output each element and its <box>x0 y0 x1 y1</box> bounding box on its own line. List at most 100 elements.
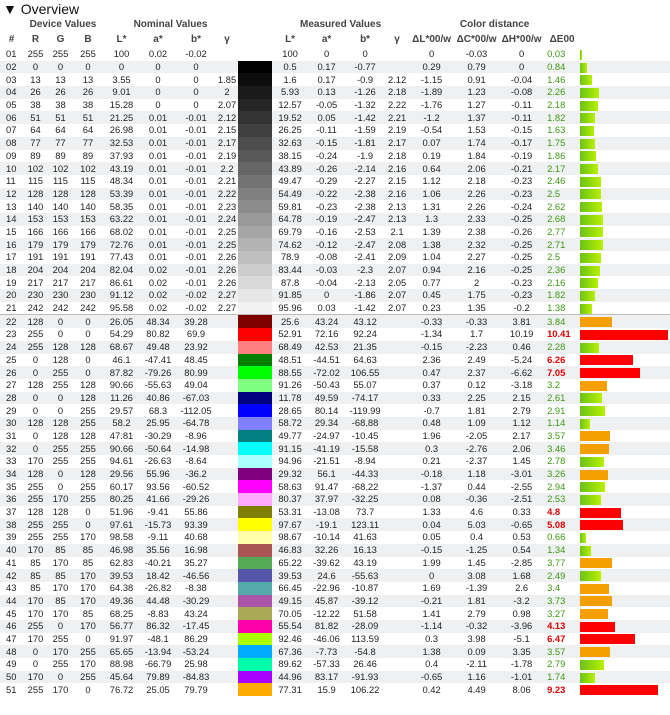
delta-e-bar-fill <box>580 214 604 225</box>
cell-value: -2.38 <box>345 200 386 213</box>
row-number: 28 <box>0 391 23 405</box>
cell-value: -40.21 <box>140 556 177 570</box>
table-row: 14 153 153 153 63.22 0.01 -0.01 2.24 64.78 -0.19-… <box>0 212 670 226</box>
cell-value: 0.94 <box>409 263 455 277</box>
row-number: 09 <box>0 149 23 163</box>
cell-value: -1.42 <box>345 111 386 125</box>
row-number: 05 <box>0 98 23 112</box>
cell-value: -5.24 <box>499 353 545 367</box>
cell-value: 62.83 <box>103 556 141 570</box>
color-swatch <box>238 124 273 137</box>
delta-e-bar <box>580 531 670 544</box>
table-row: 29 0 0 255 29.57 68.3 -112.05 28.65 80.14 -119.99… <box>0 404 670 417</box>
page-title[interactable]: ▼ Overview <box>0 0 670 18</box>
cell-value: -2.51 <box>499 493 545 506</box>
cell-value: 1.81 <box>454 594 500 608</box>
column-header: b* <box>191 34 202 45</box>
cell-value: 58.35 <box>103 200 141 213</box>
cell-value: 0 <box>48 404 73 417</box>
color-swatch <box>238 212 273 226</box>
cell-value: 2.07 <box>216 98 239 112</box>
cell-value: 0 <box>73 60 104 74</box>
delta-e-bar <box>580 98 670 112</box>
delta-e-value: 2.16 <box>544 276 581 290</box>
cell-value: 29.56 <box>103 467 141 481</box>
row-number: 33 <box>0 455 23 468</box>
cell-value: -0.65 <box>499 518 545 532</box>
cell-value: 170 <box>23 594 48 608</box>
cell-value: 170 <box>73 619 104 633</box>
cell-value: 91.97 <box>103 632 141 646</box>
color-swatch <box>238 378 273 392</box>
delta-e-bar <box>580 86 670 99</box>
cell-value: 2 <box>454 276 500 290</box>
cell-value: -0.02 <box>176 289 217 302</box>
cell-value: -1.01 <box>499 670 545 684</box>
cell-value <box>216 531 239 544</box>
delta-e-value: 1.38 <box>544 301 581 315</box>
delta-e-bar <box>580 467 670 481</box>
cell-value: 170 <box>23 670 48 684</box>
cell-value: 32.63 <box>272 136 309 150</box>
cell-value: 2.6 <box>499 581 545 595</box>
cell-value: 90.66 <box>103 442 141 455</box>
cell-value: -57.33 <box>308 658 346 671</box>
color-swatch <box>238 581 273 595</box>
cell-value: 0.01 <box>140 149 177 163</box>
delta-e-bar <box>580 594 670 608</box>
cell-value: -1.89 <box>409 86 455 99</box>
cell-value: 2.21 <box>385 111 410 125</box>
cell-value: -79.26 <box>140 366 177 379</box>
table-row: 20 230 230 230 91.12 0.02 -0.02 2.27 91.85 0 -1.86… <box>0 289 670 302</box>
cell-value: 0.46 <box>499 340 545 354</box>
cell-value: -0.65 <box>409 670 455 684</box>
cell-value <box>385 416 410 430</box>
delta-e-bar <box>580 378 670 392</box>
overview-title: Overview <box>20 1 80 17</box>
delta-e-bar <box>580 149 670 163</box>
cell-value: 153 <box>23 212 48 226</box>
cell-value: -2.27 <box>345 174 386 188</box>
cell-value: 2.07 <box>385 301 410 315</box>
cell-value: 43.24 <box>308 314 346 329</box>
table-row: 39 255 255 170 98.58 -9.11 40.68 98.67 -10.14 41.… <box>0 531 670 544</box>
cell-value: 2.18 <box>385 149 410 163</box>
row-number: 50 <box>0 670 23 684</box>
table-row: 51 255 170 0 76.72 25.05 79.79 77.31 15.9 106.22 0… <box>0 683 670 697</box>
cell-value: 1.84 <box>454 149 500 163</box>
table-row: 11 115 115 115 48.34 0.01 -0.01 2.21 49.47 -0.29-… <box>0 174 670 188</box>
delta-e-bar <box>580 518 670 532</box>
row-number: 32 <box>0 442 23 455</box>
column-header: L* <box>116 34 127 45</box>
cell-value: 0.91 <box>454 73 500 87</box>
cell-value: 0.45 <box>409 289 455 302</box>
delta-e-bar-fill <box>580 469 609 480</box>
cell-value: 217 <box>48 276 73 290</box>
row-number: 42 <box>0 569 23 582</box>
delta-e-bar-fill <box>580 240 604 251</box>
cell-value: 68.67 <box>103 340 141 354</box>
cell-value: 49.15 <box>272 594 309 608</box>
cell-value: -2.11 <box>454 658 500 671</box>
delta-e-bar-fill <box>580 303 593 314</box>
cell-value: 1.7 <box>454 328 500 341</box>
cell-value: -3.01 <box>499 467 545 481</box>
row-number: 26 <box>0 366 23 379</box>
color-swatch <box>238 174 273 188</box>
color-swatch <box>238 442 273 455</box>
cell-value: 25.05 <box>140 683 177 697</box>
cell-value: -0.33 <box>409 314 455 329</box>
cell-value <box>385 632 410 646</box>
cell-value: -2.47 <box>345 238 386 251</box>
delta-e-bar <box>580 607 670 620</box>
table-row: 06 51 51 51 21.25 0.01 -0.01 2.12 19.52 0.05 -1.42… <box>0 111 670 125</box>
cell-value: 0 <box>23 645 48 658</box>
cell-value <box>385 645 410 658</box>
cell-value: 26 <box>23 86 48 99</box>
column-header: γ <box>224 34 230 45</box>
collapse-triangle-icon[interactable]: ▼ <box>3 1 17 17</box>
cell-value: 91.47 <box>308 480 346 494</box>
cell-value: -0.9 <box>345 73 386 87</box>
cell-value: -0.25 <box>499 212 545 226</box>
cell-value: -0.15 <box>499 124 545 137</box>
